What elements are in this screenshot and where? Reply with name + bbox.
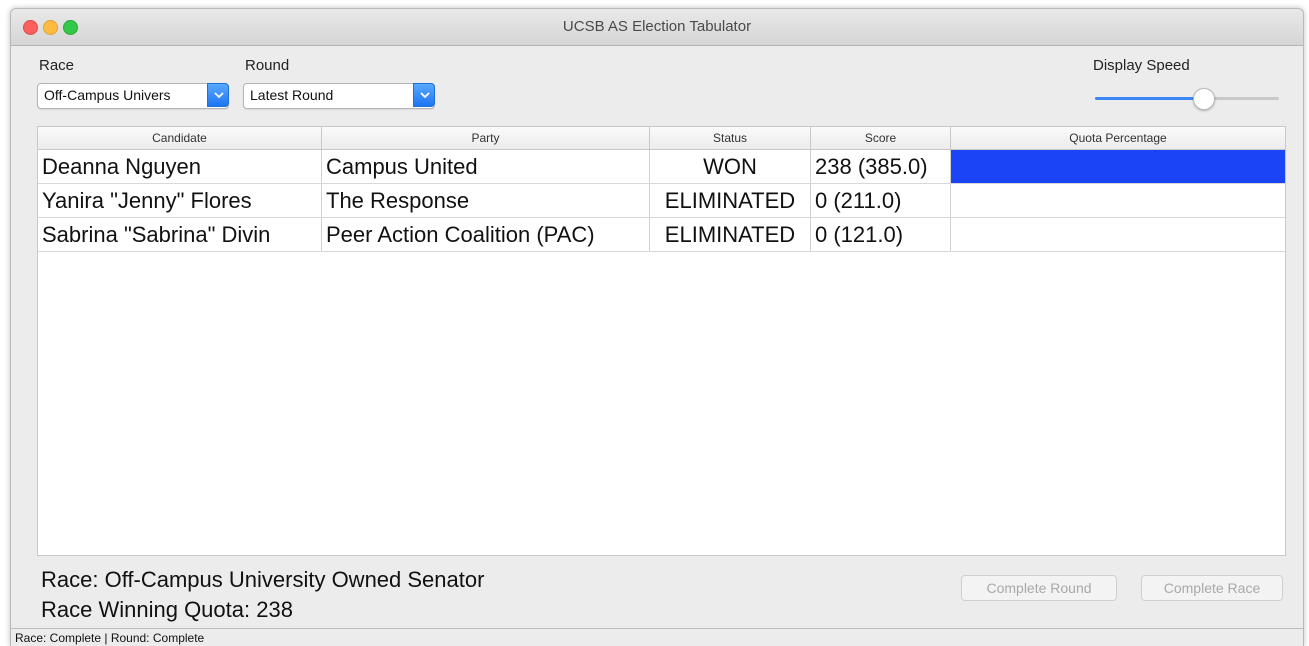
status-cell: ELIMINATED: [650, 184, 811, 217]
table-row[interactable]: Yanira "Jenny" Flores The Response ELIMI…: [38, 184, 1285, 218]
candidate-cell: Yanira "Jenny" Flores: [38, 184, 322, 217]
complete-round-button[interactable]: Complete Round: [961, 575, 1117, 601]
table-row[interactable]: Deanna Nguyen Campus United WON 238 (385…: [38, 150, 1285, 184]
candidate-cell: Sabrina "Sabrina" Divin: [38, 218, 322, 251]
column-header-candidate[interactable]: Candidate: [38, 127, 322, 149]
race-select-value: Off-Campus Univers: [44, 87, 171, 103]
window-title: UCSB AS Election Tabulator: [562, 18, 752, 35]
chevron-down-icon: [207, 83, 229, 107]
app-window: UCSB AS Election Tabulator Race Off-Camp…: [10, 8, 1304, 646]
column-header-status[interactable]: Status: [650, 127, 811, 149]
status-text: Race: Complete | Round: Complete: [15, 631, 205, 645]
candidate-cell: Deanna Nguyen: [38, 150, 322, 183]
round-select-value: Latest Round: [250, 87, 334, 103]
race-select[interactable]: Off-Campus Univers: [37, 83, 229, 109]
chevron-down-icon: [413, 83, 435, 107]
round-label: Round: [245, 57, 290, 74]
status-cell: WON: [650, 150, 811, 183]
table-row[interactable]: Sabrina "Sabrina" Divin Peer Action Coal…: [38, 218, 1285, 252]
winning-quota-text: Race Winning Quota: 238: [41, 597, 293, 622]
round-select[interactable]: Latest Round: [243, 83, 435, 109]
table-header: Candidate Party Status Score Quota Perce…: [38, 127, 1285, 150]
title-bar: UCSB AS Election Tabulator: [11, 9, 1303, 46]
results-table: Candidate Party Status Score Quota Perce…: [37, 126, 1286, 556]
party-cell: Campus United: [322, 150, 650, 183]
display-speed-slider[interactable]: [1095, 87, 1279, 110]
quota-cell: [951, 150, 1285, 183]
party-cell: The Response: [322, 184, 650, 217]
slider-knob[interactable]: [1193, 88, 1216, 110]
race-label: Race: [39, 57, 75, 74]
column-header-score[interactable]: Score: [811, 127, 951, 149]
status-bar: Race: Complete | Round: Complete: [11, 628, 1303, 646]
score-cell: 238 (385.0): [811, 150, 951, 183]
quota-cell: [951, 184, 1285, 217]
quota-cell: [951, 218, 1285, 251]
score-cell: 0 (121.0): [811, 218, 951, 251]
complete-race-button[interactable]: Complete Race: [1141, 575, 1283, 601]
slider-fill: [1095, 97, 1204, 100]
status-cell: ELIMINATED: [650, 218, 811, 251]
score-cell: 0 (211.0): [811, 184, 951, 217]
party-cell: Peer Action Coalition (PAC): [322, 218, 650, 251]
race-name-text: Race: Off-Campus University Owned Senato…: [41, 567, 485, 592]
quota-progress-bar: [951, 150, 1285, 183]
display-speed-label: Display Speed: [1093, 57, 1190, 74]
column-header-party[interactable]: Party: [322, 127, 650, 149]
column-header-quota-percentage[interactable]: Quota Percentage: [951, 127, 1285, 149]
